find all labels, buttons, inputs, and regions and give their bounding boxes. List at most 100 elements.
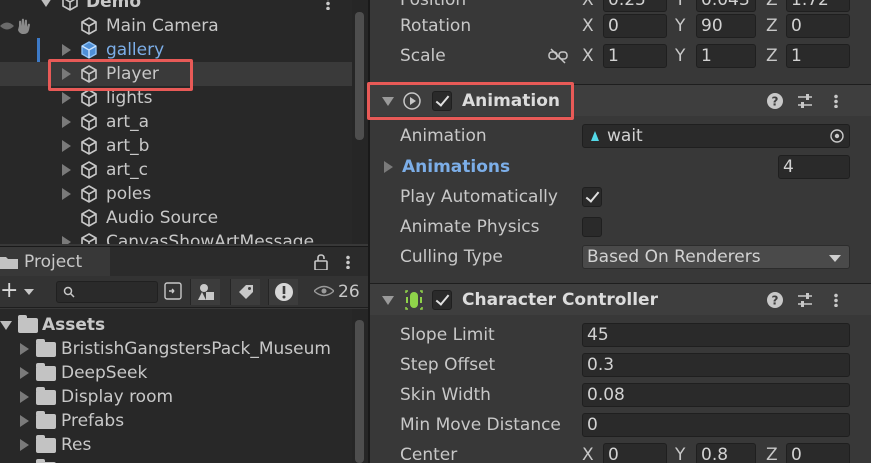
expand-arrow-icon[interactable] [0, 321, 12, 330]
expand-arrow-icon[interactable] [20, 391, 29, 403]
project-folder-next[interactable] [0, 457, 352, 463]
scale-z-field[interactable]: 1 [786, 44, 850, 68]
axis-x-label[interactable]: X [582, 443, 594, 463]
object-picker-icon[interactable] [830, 129, 844, 143]
search-by-type-icon[interactable] [164, 282, 182, 300]
axis-y-label[interactable]: Y [675, 0, 685, 12]
project-folder-deepseek[interactable]: DeepSeek [0, 361, 352, 385]
expand-arrow-icon[interactable] [20, 343, 29, 355]
expand-arrow-icon[interactable] [62, 44, 71, 56]
hierarchy-panel: Demo Main Camera gallery Player lights a… [0, 0, 368, 244]
lock-icon[interactable] [314, 254, 328, 270]
animation-clip-field[interactable]: wait [582, 124, 850, 148]
folder-icon [36, 363, 56, 381]
expand-arrow-icon[interactable] [62, 236, 71, 244]
project-menu-icon[interactable] [346, 255, 350, 269]
animation-clip-value: wait [607, 126, 643, 146]
project-folder-label: Display room [61, 387, 174, 407]
hierarchy-row-main-camera[interactable]: Main Camera [0, 14, 352, 38]
slope-limit-field[interactable]: 45 [582, 323, 850, 347]
hierarchy-row-art-a[interactable]: art_a [0, 110, 352, 134]
culling-type-dropdown[interactable]: Based On Renderers [582, 245, 850, 269]
scale-x-field[interactable]: 1 [603, 44, 667, 68]
animations-count-field[interactable]: 4 [778, 155, 850, 179]
position-x-field[interactable]: 0.25 [603, 0, 667, 12]
create-plus-icon[interactable]: + [0, 280, 18, 302]
chevron-down-icon[interactable] [24, 289, 34, 295]
axis-y-label[interactable]: Y [675, 44, 685, 68]
axis-z-label[interactable]: Z [766, 443, 778, 463]
filter-by-type-button[interactable] [190, 279, 220, 305]
axis-z-label[interactable]: Z [766, 14, 778, 38]
filter-by-label-button[interactable] [230, 279, 260, 305]
center-y-field[interactable]: 0.8 [696, 443, 756, 463]
center-x-field[interactable]: 0 [603, 443, 667, 463]
scene-menu-icon[interactable] [326, 0, 330, 10]
position-y-field[interactable]: 0.043 [696, 0, 756, 12]
rotation-y-field[interactable]: 90 [696, 14, 756, 38]
visibility-eye-icon[interactable] [0, 18, 14, 34]
hierarchy-scrollbar-thumb[interactable] [355, 12, 364, 140]
rotation-z-field[interactable]: 0 [786, 14, 850, 38]
hierarchy-row-audio-source[interactable]: Audio Source [0, 206, 352, 230]
project-scrollbar-thumb[interactable] [355, 320, 364, 463]
scale-y-field[interactable]: 1 [696, 44, 756, 68]
rotation-x-field[interactable]: 0 [603, 14, 667, 38]
project-toolbar: + 26 [0, 276, 368, 308]
project-folder-bristish[interactable]: BristishGangstersPack_Museum [0, 337, 352, 361]
tag-icon [239, 285, 253, 299]
expand-arrow-icon[interactable] [62, 140, 71, 152]
animate-physics-checkbox[interactable] [582, 217, 602, 237]
axis-y-label[interactable]: Y [675, 443, 685, 463]
pickable-hand-icon[interactable] [16, 17, 32, 35]
axis-y-label[interactable]: Y [675, 14, 685, 38]
hierarchy-row-canvas[interactable]: CanvasShowArtMessage [0, 230, 352, 244]
axis-x-label[interactable]: X [582, 0, 594, 12]
project-folder-display-room[interactable]: Display room [0, 385, 352, 409]
fold-arrow-icon[interactable] [384, 161, 393, 173]
position-z-field[interactable]: 1.72 [786, 0, 850, 12]
play-automatically-checkbox[interactable] [582, 187, 602, 207]
animate-physics-label: Animate Physics [400, 217, 540, 237]
expand-arrow-icon[interactable] [62, 164, 71, 176]
hidden-packages-eye-icon[interactable] [314, 285, 334, 297]
help-icon[interactable]: ? [766, 291, 784, 309]
tab-project[interactable]: Project [0, 247, 110, 277]
expand-arrow-icon[interactable] [62, 116, 71, 128]
hierarchy-root-row[interactable]: Demo [0, 0, 352, 14]
scale-link-icon[interactable] [548, 48, 568, 64]
presets-sliders-icon[interactable] [796, 92, 814, 110]
expand-arrow-icon[interactable] [62, 188, 71, 200]
component-menu-icon[interactable] [834, 94, 838, 108]
search-input[interactable] [56, 281, 158, 303]
project-folder-assets[interactable]: Assets [0, 313, 352, 337]
axis-x-label[interactable]: X [582, 14, 594, 38]
expand-arrow-icon[interactable] [40, 0, 52, 7]
fold-arrow-icon[interactable] [382, 296, 394, 305]
step-offset-field[interactable]: 0.3 [582, 353, 850, 377]
project-folder-prefabs[interactable]: Prefabs [0, 409, 352, 433]
gameobject-cube-icon [81, 209, 97, 227]
skin-width-field[interactable]: 0.08 [582, 383, 850, 407]
axis-z-label[interactable]: Z [766, 0, 778, 12]
expand-arrow-icon[interactable] [20, 439, 29, 451]
center-z-field[interactable]: 0 [786, 443, 850, 463]
hierarchy-row-poles[interactable]: poles [0, 182, 352, 206]
hierarchy-row-art-c[interactable]: art_c [0, 158, 352, 182]
filter-warnings-button[interactable] [268, 279, 298, 305]
axis-x-label[interactable]: X [582, 44, 594, 68]
project-folder-res[interactable]: Res [0, 433, 352, 457]
expand-arrow-icon[interactable] [62, 92, 71, 104]
character-controller-header[interactable]: Character Controller ? [370, 283, 871, 315]
selection-marker [37, 38, 40, 62]
hierarchy-row-art-b[interactable]: art_b [0, 134, 352, 158]
axis-z-label[interactable]: Z [766, 44, 778, 68]
animations-array-label[interactable]: Animations [402, 155, 510, 179]
character-controller-enabled-checkbox[interactable] [432, 290, 452, 310]
min-move-distance-field[interactable]: 0 [582, 413, 850, 437]
expand-arrow-icon[interactable] [20, 367, 29, 379]
expand-arrow-icon[interactable] [20, 415, 29, 427]
presets-sliders-icon[interactable] [796, 291, 814, 309]
help-icon[interactable]: ? [766, 92, 784, 110]
component-menu-icon[interactable] [834, 293, 838, 307]
